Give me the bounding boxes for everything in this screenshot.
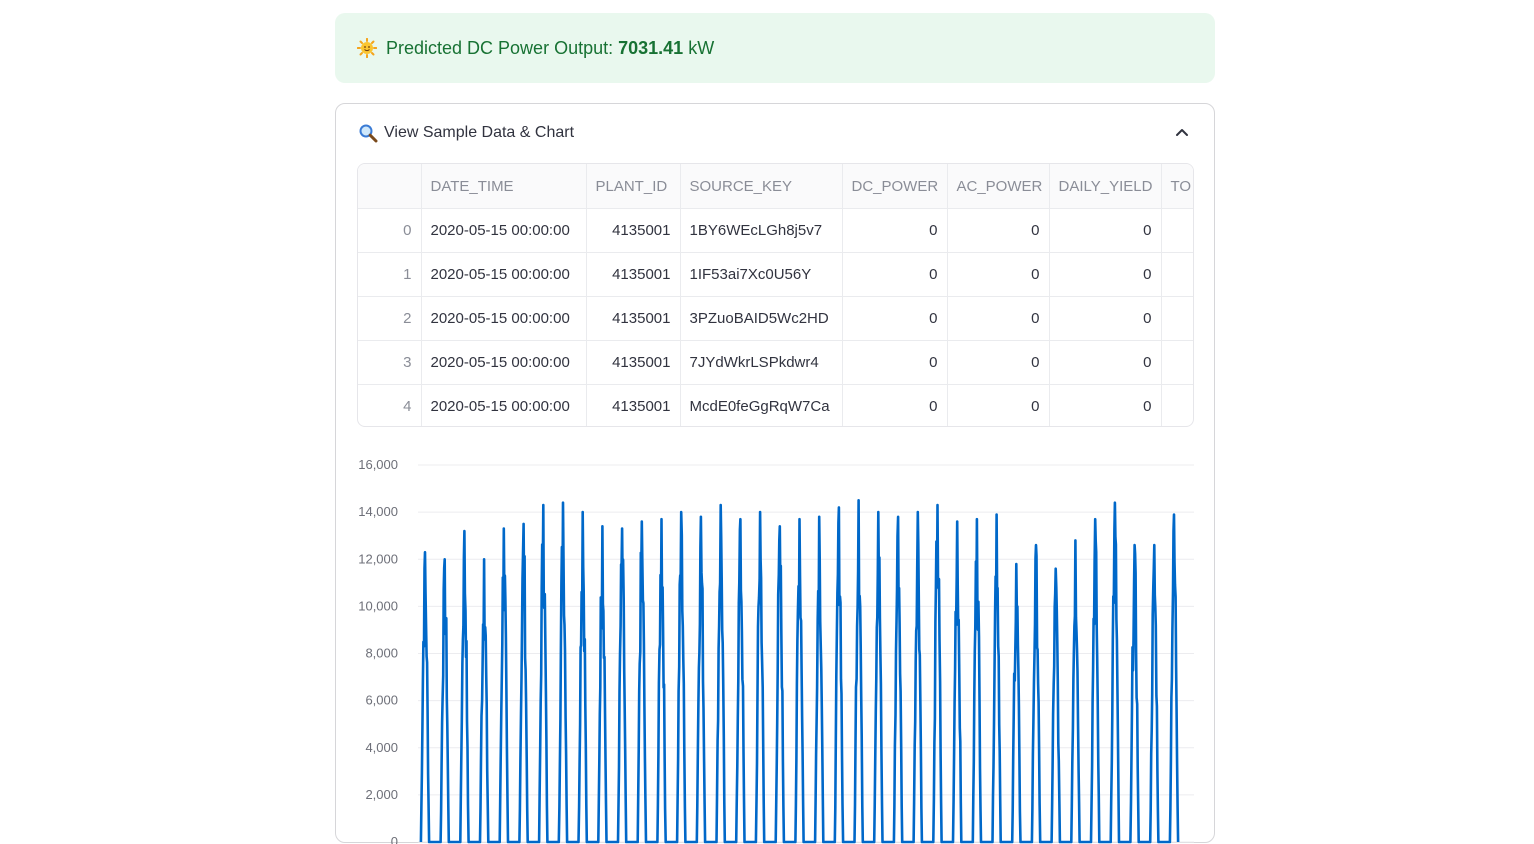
expander-header[interactable]: View Sample Data & Chart xyxy=(336,104,1214,162)
table-row: 0 2020-05-15 00:00:00 4135001 1BY6WEcLGh… xyxy=(358,208,1193,253)
plant-id-cell[interactable]: 4135001 xyxy=(586,384,681,426)
y-tick-label: 8,000 xyxy=(365,646,398,661)
sample-data-expander: View Sample Data & Chart DATE_TIME PLANT… xyxy=(335,103,1215,844)
source-key-cell[interactable]: McdE0feGgRqW7Ca xyxy=(680,384,843,426)
total-yield-cell[interactable] xyxy=(1161,296,1193,341)
row-index[interactable]: 4 xyxy=(358,384,422,426)
dc-power-line-chart[interactable]: 0 2,000 4,000 6,000 8,000 10,000 12,000 14,000 1… xyxy=(336,449,1214,844)
y-tick-label: 0 xyxy=(391,834,398,844)
plant-id-cell[interactable]: 4135001 xyxy=(586,208,681,253)
prediction-value: 7031.41 xyxy=(618,37,684,58)
source-key-cell[interactable]: 3PZuoBAID5Wc2HD xyxy=(680,296,843,341)
magnifier-icon xyxy=(359,124,378,143)
column-header-date-time[interactable]: DATE_TIME xyxy=(421,164,587,209)
plant-id-cell[interactable]: 4135001 xyxy=(586,340,681,385)
column-header-ac-power[interactable]: AC_POWER xyxy=(947,164,1050,209)
table-row: 4 2020-05-15 00:00:00 4135001 McdE0feGgR… xyxy=(358,384,1193,426)
daily-yield-cell[interactable]: 0 xyxy=(1049,252,1162,297)
daily-yield-cell[interactable]: 0 xyxy=(1049,296,1162,341)
daily-yield-cell[interactable]: 0 xyxy=(1049,340,1162,385)
prediction-label: Predicted DC Power Output: xyxy=(386,37,614,58)
row-index[interactable]: 1 xyxy=(358,252,422,297)
column-header-index[interactable] xyxy=(358,164,422,209)
date-time-cell[interactable]: 2020-05-15 00:00:00 xyxy=(421,252,587,297)
prediction-alert: Predicted DC Power Output: 7031.41 kW xyxy=(335,13,1215,83)
plant-id-cell[interactable]: 4135001 xyxy=(586,296,681,341)
y-tick-label: 16,000 xyxy=(358,457,398,472)
column-header-daily-yield[interactable]: DAILY_YIELD xyxy=(1049,164,1162,209)
table-header-row: DATE_TIME PLANT_ID SOURCE_KEY DC_POWER A… xyxy=(358,164,1193,209)
column-header-total-yield[interactable]: TO xyxy=(1161,164,1193,209)
total-yield-cell[interactable] xyxy=(1161,340,1193,385)
sun-with-face-icon xyxy=(357,38,377,58)
table-row: 2 2020-05-15 00:00:00 4135001 3PZuoBAID5… xyxy=(358,296,1193,341)
dc-power-series-line[interactable] xyxy=(419,499,1180,844)
daily-yield-cell[interactable]: 0 xyxy=(1049,384,1162,426)
y-tick-label: 4,000 xyxy=(365,740,398,755)
source-key-cell[interactable]: 7JYdWkrLSPkdwr4 xyxy=(680,340,843,385)
ac-power-cell[interactable]: 0 xyxy=(947,384,1050,426)
column-header-dc-power[interactable]: DC_POWER xyxy=(842,164,948,209)
date-time-cell[interactable]: 2020-05-15 00:00:00 xyxy=(421,340,587,385)
row-index[interactable]: 0 xyxy=(358,208,422,253)
y-tick-label: 12,000 xyxy=(358,551,398,566)
ac-power-cell[interactable]: 0 xyxy=(947,296,1050,341)
sample-data-table[interactable]: DATE_TIME PLANT_ID SOURCE_KEY DC_POWER A… xyxy=(357,163,1194,427)
total-yield-cell[interactable] xyxy=(1161,384,1193,426)
ac-power-cell[interactable]: 0 xyxy=(947,252,1050,297)
row-index[interactable]: 3 xyxy=(358,340,422,385)
row-index[interactable]: 2 xyxy=(358,296,422,341)
y-tick-label: 6,000 xyxy=(365,693,398,708)
column-header-plant-id[interactable]: PLANT_ID xyxy=(586,164,681,209)
total-yield-cell[interactable] xyxy=(1161,252,1193,297)
y-tick-label: 14,000 xyxy=(358,504,398,519)
dc-power-cell[interactable]: 0 xyxy=(842,296,948,341)
y-tick-label: 2,000 xyxy=(365,787,398,802)
dc-power-cell[interactable]: 0 xyxy=(842,208,948,253)
date-time-cell[interactable]: 2020-05-15 00:00:00 xyxy=(421,208,587,253)
dc-power-cell[interactable]: 0 xyxy=(842,384,948,426)
daily-yield-cell[interactable]: 0 xyxy=(1049,208,1162,253)
chevron-up-icon[interactable] xyxy=(1174,124,1190,140)
plant-id-cell[interactable]: 4135001 xyxy=(586,252,681,297)
total-yield-cell[interactable] xyxy=(1161,208,1193,253)
source-key-cell[interactable]: 1IF53ai7Xc0U56Y xyxy=(680,252,843,297)
prediction-unit: kW xyxy=(688,37,715,58)
expander-title: View Sample Data & Chart xyxy=(384,124,575,141)
ac-power-cell[interactable]: 0 xyxy=(947,208,1050,253)
y-tick-label: 10,000 xyxy=(358,598,398,613)
source-key-cell[interactable]: 1BY6WEcLGh8j5v7 xyxy=(680,208,843,253)
date-time-cell[interactable]: 2020-05-15 00:00:00 xyxy=(421,384,587,426)
table-row: 3 2020-05-15 00:00:00 4135001 7JYdWkrLSP… xyxy=(358,340,1193,385)
ac-power-cell[interactable]: 0 xyxy=(947,340,1050,385)
table-row: 1 2020-05-15 00:00:00 4135001 1IF53ai7Xc… xyxy=(358,252,1193,297)
date-time-cell[interactable]: 2020-05-15 00:00:00 xyxy=(421,296,587,341)
column-header-source-key[interactable]: SOURCE_KEY xyxy=(680,164,843,209)
dc-power-cell[interactable]: 0 xyxy=(842,340,948,385)
dc-power-cell[interactable]: 0 xyxy=(842,252,948,297)
